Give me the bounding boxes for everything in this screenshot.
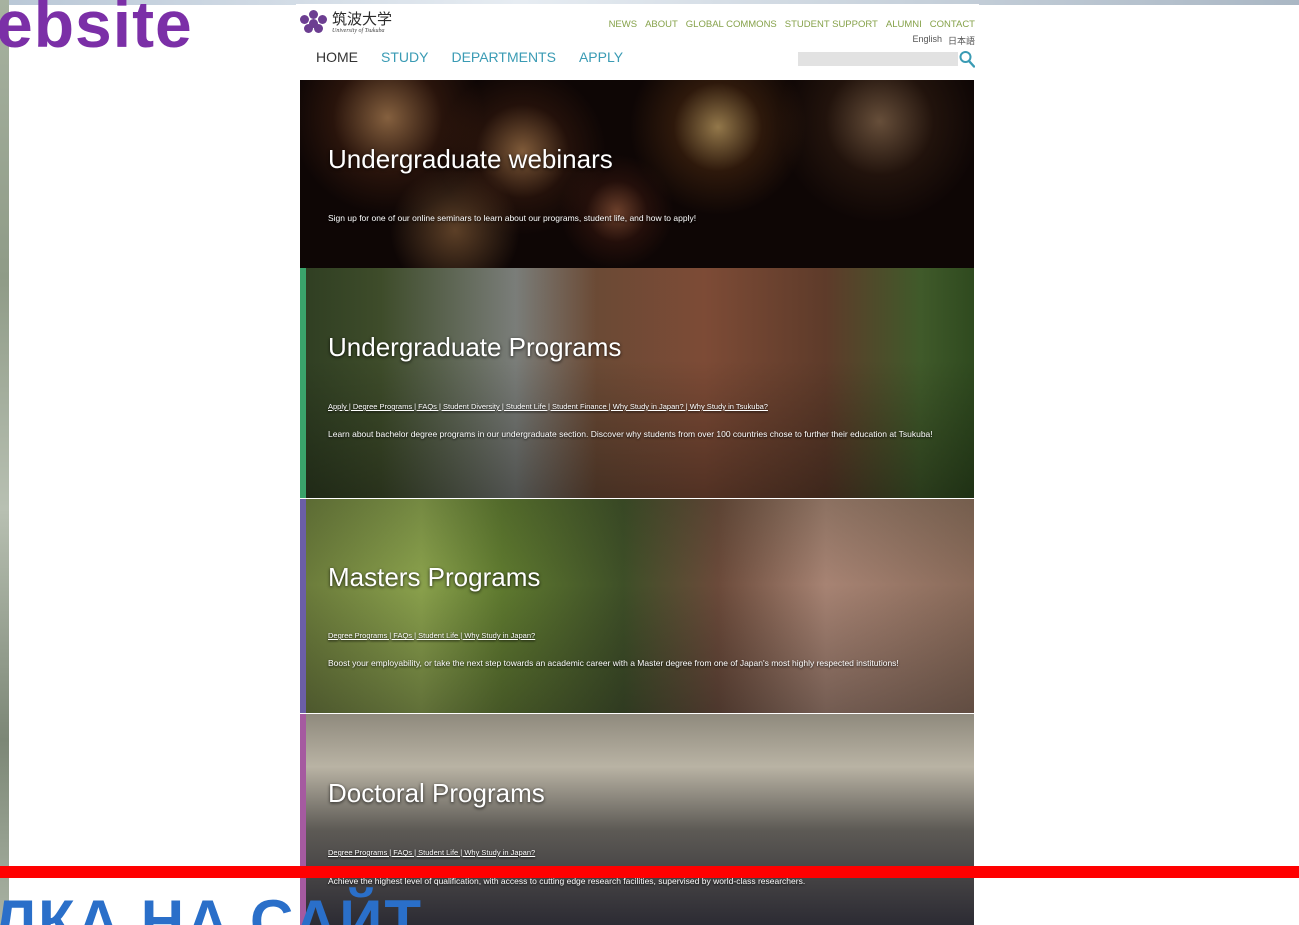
logo-japanese: 筑波大学 bbox=[332, 10, 393, 28]
util-nav-global-commons[interactable]: GLOBAL COMMONS bbox=[686, 19, 777, 30]
logo-english: University of Tsukuba bbox=[332, 28, 385, 34]
nav-apply[interactable]: APPLY bbox=[579, 49, 623, 65]
panel-title[interactable]: Masters Programs bbox=[328, 562, 540, 593]
nav-study[interactable]: STUDY bbox=[381, 49, 428, 65]
language-switcher: English 日本語 bbox=[912, 34, 975, 47]
panel-description: Learn about bachelor degree programs in … bbox=[328, 429, 933, 439]
panel-accent-bar bbox=[300, 268, 306, 498]
panel-description: Sign up for one of our online seminars t… bbox=[328, 213, 697, 223]
presentation-slide: ebsite 筑波大学 University of Tsukuba NEWS A… bbox=[0, 0, 1299, 925]
logo-text: 筑波大学 University of Tsukuba bbox=[332, 11, 392, 35]
site-header: 筑波大学 University of Tsukuba NEWS ABOUT GL… bbox=[296, 4, 979, 80]
panel-accent-bar bbox=[300, 499, 306, 713]
panel-links[interactable]: Degree Programs | FAQs | Student Life | … bbox=[328, 631, 535, 640]
panel-undergraduate-webinars[interactable]: Undergraduate webinars Sign up for one o… bbox=[300, 80, 974, 268]
website-screenshot: 筑波大学 University of Tsukuba NEWS ABOUT GL… bbox=[296, 4, 979, 925]
search-icon[interactable] bbox=[959, 50, 975, 68]
panel-title[interactable]: Undergraduate Programs bbox=[328, 332, 621, 363]
util-nav-contact[interactable]: CONTACT bbox=[930, 19, 975, 30]
util-nav-student-support[interactable]: STUDENT SUPPORT bbox=[785, 19, 878, 30]
main-nav: HOME STUDY DEPARTMENTS APPLY bbox=[316, 49, 623, 65]
nav-departments[interactable]: DEPARTMENTS bbox=[451, 49, 556, 65]
lang-japanese[interactable]: 日本語 bbox=[948, 34, 975, 47]
panel-masters-programs[interactable]: Masters Programs Degree Programs | FAQs … bbox=[300, 499, 974, 713]
util-nav-alumni[interactable]: ALUMNI bbox=[886, 19, 922, 30]
panel-links[interactable]: Apply | Degree Programs | FAQs | Student… bbox=[328, 402, 768, 411]
lang-english[interactable]: English bbox=[912, 34, 942, 47]
university-logo[interactable]: 筑波大学 University of Tsukuba bbox=[300, 10, 392, 36]
panel-title[interactable]: Undergraduate webinars bbox=[328, 144, 613, 175]
slide-red-bar bbox=[0, 866, 1299, 878]
slide-title-bottom: ЛКА НА САЙТ bbox=[0, 888, 423, 925]
panel-undergraduate-programs[interactable]: Undergraduate Programs Apply | Degree Pr… bbox=[300, 268, 974, 498]
slide-title-top: ebsite bbox=[0, 0, 193, 61]
search-input[interactable] bbox=[798, 52, 958, 66]
paulownia-crest-icon bbox=[300, 10, 328, 36]
panel-links[interactable]: Degree Programs | FAQs | Student Life | … bbox=[328, 848, 535, 857]
util-nav-news[interactable]: NEWS bbox=[609, 19, 638, 30]
panel-description: Boost your employability, or take the ne… bbox=[328, 658, 899, 668]
utility-nav: NEWS ABOUT GLOBAL COMMONS STUDENT SUPPOR… bbox=[609, 19, 975, 30]
nav-home[interactable]: HOME bbox=[316, 49, 358, 65]
util-nav-about[interactable]: ABOUT bbox=[645, 19, 678, 30]
panel-title[interactable]: Doctoral Programs bbox=[328, 778, 545, 809]
slide-left-photo-edge bbox=[0, 0, 9, 925]
